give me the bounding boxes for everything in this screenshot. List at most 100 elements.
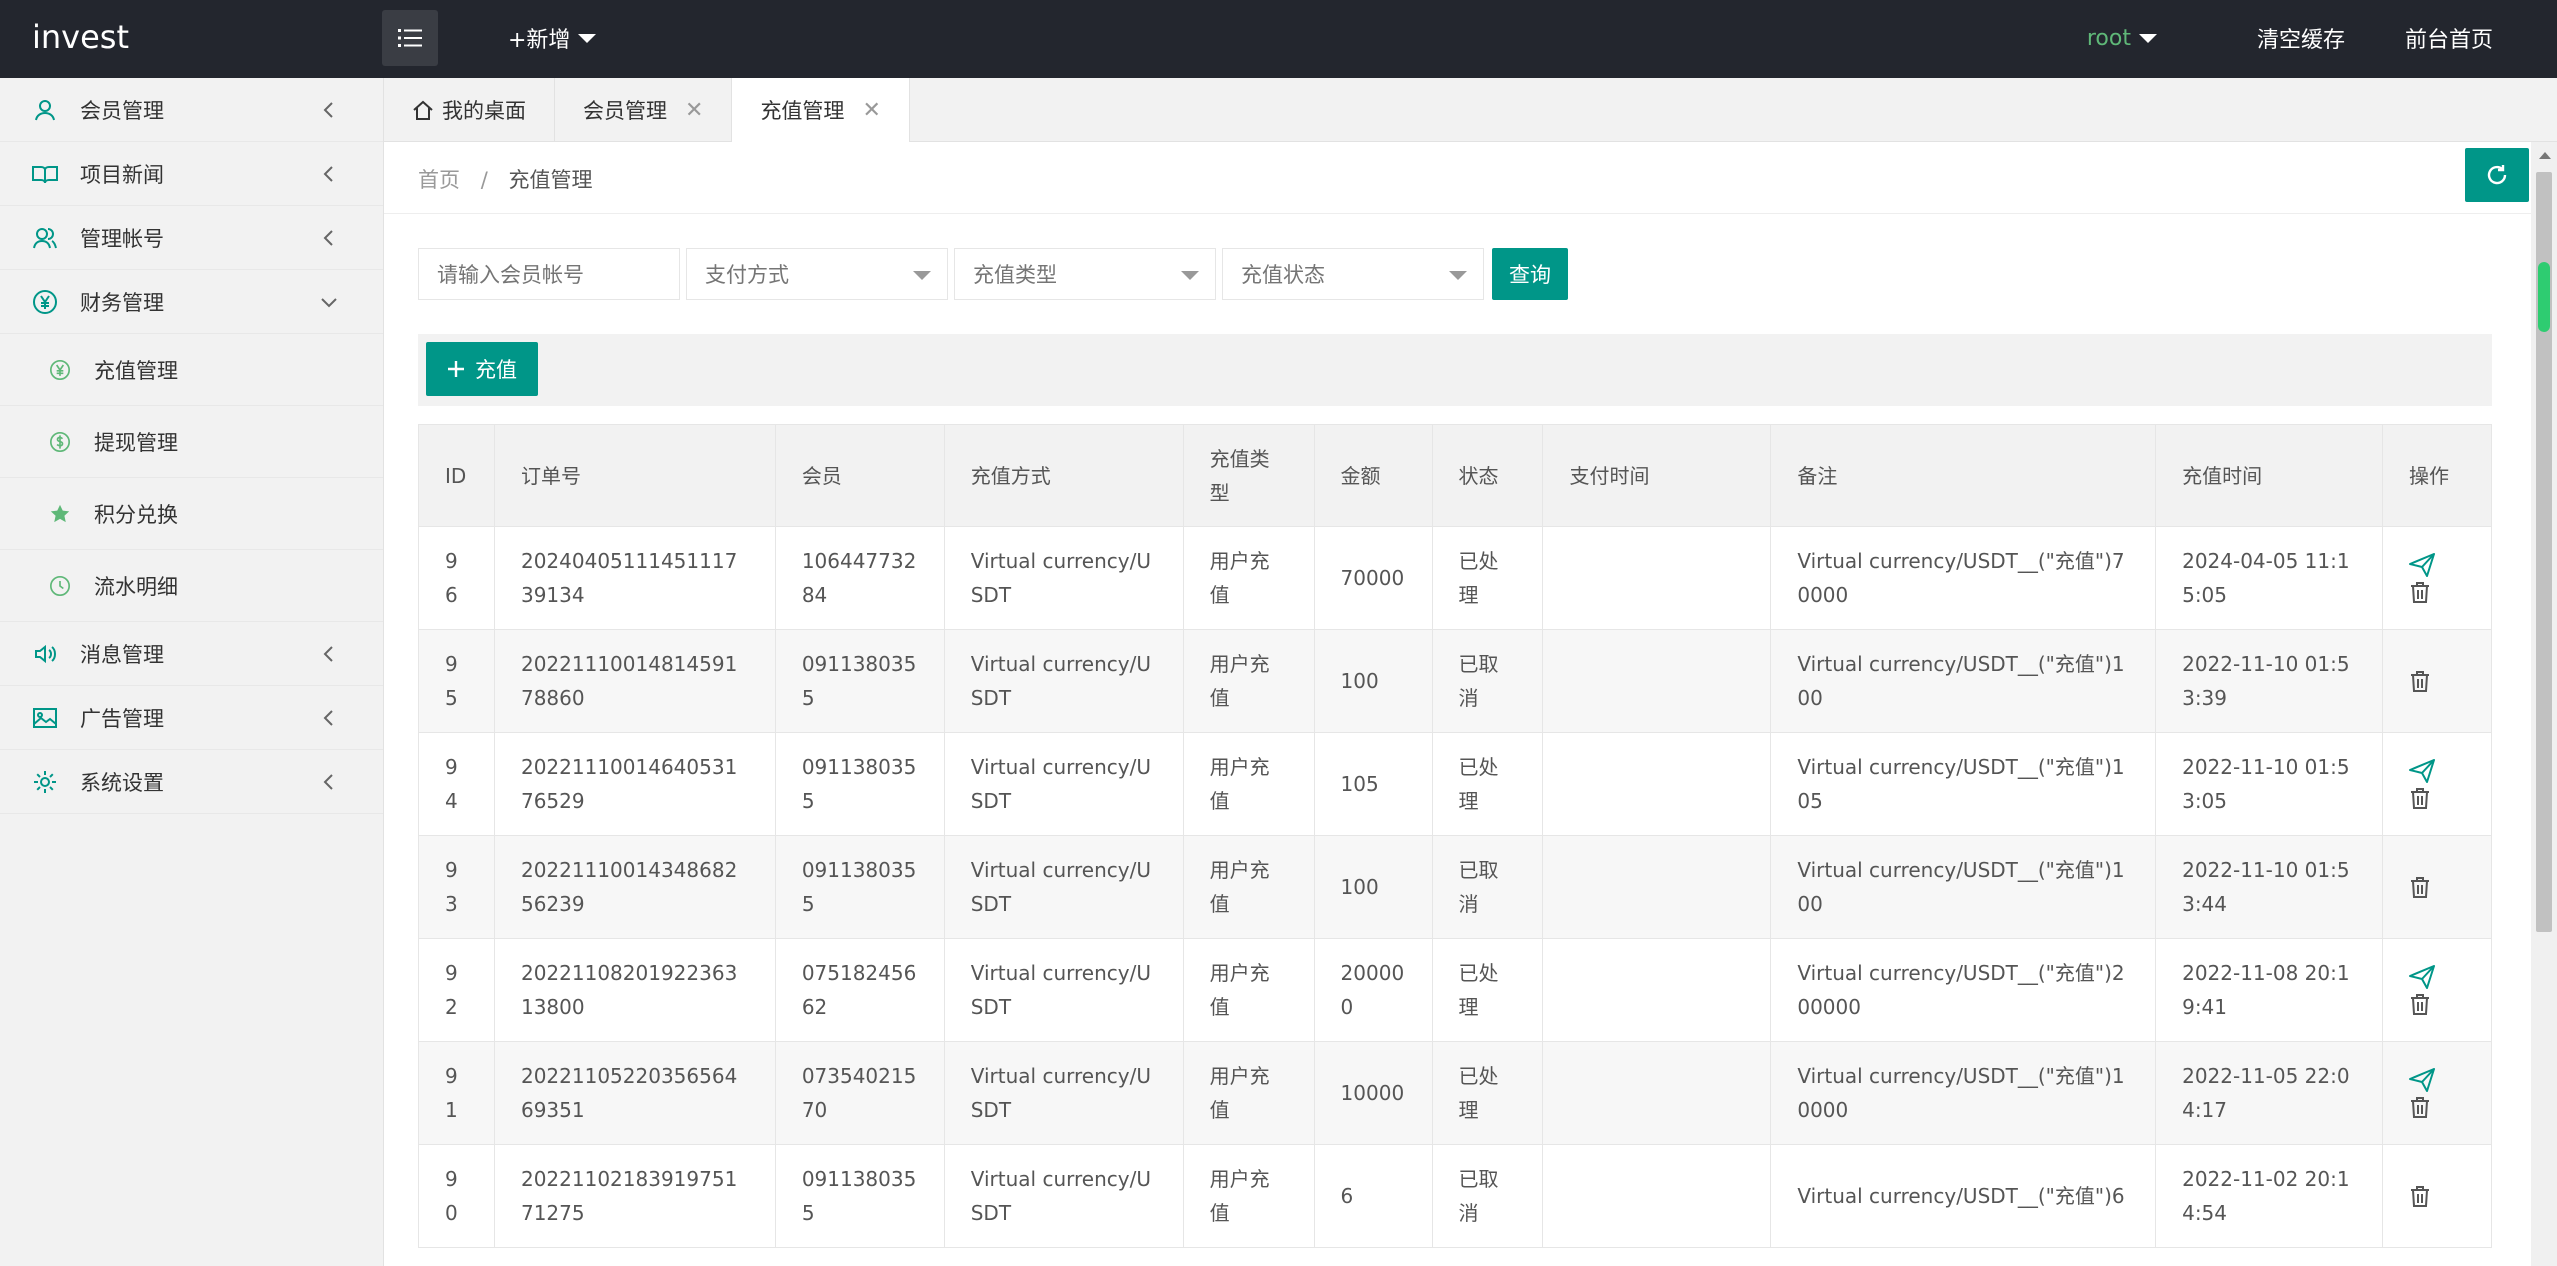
member-account-input[interactable]: 请输入会员帐号 [418,248,680,300]
close-icon[interactable]: ✕ [685,98,703,123]
close-icon[interactable]: ✕ [862,98,880,123]
sidebar-item-members[interactable]: 会员管理 [0,78,383,142]
trash-icon[interactable] [2409,1185,2431,1207]
trash-icon[interactable] [2409,670,2431,692]
cell-time: 2024-04-05 11:15:05 [2155,526,2383,630]
tab-desktop[interactable]: 我的桌面 [384,78,555,142]
cell-amount: 100 [1313,835,1433,939]
sidebar-subitem-recharge[interactable]: 充值管理 [0,334,383,406]
sidebar-item-label: 广告管理 [80,706,164,731]
caret-down-icon [2138,33,2157,43]
cell-note: Virtual currency/USDT__("充值")6 [1770,1144,2157,1248]
yen-icon [48,358,72,382]
header-time: 充值时间 [2155,424,2383,527]
cell-time: 2022-11-02 20:14:54 [2155,1144,2383,1248]
table-row: 96 2024040511145111739134 10644773284 Virtu… [418,526,2493,630]
sidebar-subitem-withdraw[interactable]: 提现管理 [0,406,383,478]
vertical-scrollbar[interactable] [2531,142,2557,1266]
add-recharge-label: 充值 [475,358,517,382]
sidebar-item-label: 会员管理 [80,98,164,123]
star-icon [48,502,72,526]
cell-id: 91 [418,1041,495,1145]
cell-amount: 10000 [1313,1041,1433,1145]
header-member: 会员 [774,424,945,527]
sidebar-item-settings[interactable]: 系统设置 [0,750,383,814]
trash-icon[interactable] [2409,1096,2431,1118]
send-icon[interactable] [2408,1068,2435,1092]
user-name: root [2086,25,2131,51]
sidebar-item-ads[interactable]: 广告管理 [0,686,383,750]
caret-down-icon [1181,271,1199,280]
list-icon [398,29,422,47]
sidebar-subitem-ledger[interactable]: 流水明细 [0,550,383,622]
sidebar-subitem-points[interactable]: 积分兑换 [0,478,383,550]
add-new-menu[interactable]: +新增 [508,22,597,54]
cell-actions [2381,732,2493,836]
cell-actions [2381,835,2493,939]
filter-bar: 请输入会员帐号 支付方式 充值类型 充值状态 查询 [418,248,1568,300]
clear-cache-link[interactable]: 清空缓存 [2257,22,2345,54]
tab-recharge[interactable]: 充值管理 ✕ [732,78,910,142]
cell-order: 2024040511145111739134 [493,526,776,630]
send-icon[interactable] [2408,553,2435,577]
users-icon [32,225,58,251]
menu-toggle-button[interactable] [382,10,438,66]
cell-type: 用户充值 [1182,938,1315,1042]
user-menu[interactable]: root [2087,26,2157,51]
recharge-type-select[interactable]: 充值类型 [954,248,1216,300]
trash-icon[interactable] [2409,876,2431,898]
trash-icon[interactable] [2409,581,2431,603]
tab-label: 充值管理 [760,99,845,123]
header-note: 备注 [1770,424,2157,527]
table-toolbar: 充值 [418,334,2492,406]
cell-actions [2381,1041,2493,1145]
send-icon[interactable] [2408,759,2435,783]
dollar-icon [48,430,72,454]
chevron-left-icon [323,646,333,662]
cell-time: 2022-11-10 01:53:05 [2155,732,2383,836]
cell-member: 0911380355 [774,1144,945,1248]
cell-status: 已取消 [1431,1144,1544,1248]
cell-order: 2022110820192236313800 [493,938,776,1042]
cell-amount: 6 [1313,1144,1433,1248]
cell-amount: 200000 [1313,938,1433,1042]
trash-icon[interactable] [2409,787,2431,809]
send-icon[interactable] [2408,965,2435,989]
table-row: 91 2022110522035656469351 07354021570 Virtu… [418,1041,2493,1145]
trash-icon[interactable] [2409,993,2431,1015]
pay-method-select[interactable]: 支付方式 [686,248,948,300]
front-home-link[interactable]: 前台首页 [2405,22,2493,54]
cell-order: 2022111001481459178860 [493,629,776,733]
cell-type: 用户充值 [1182,1144,1315,1248]
recharge-type-label: 充值类型 [973,263,1057,287]
cell-method: Virtual currency/USDT [943,526,1184,630]
sidebar-item-news[interactable]: 项目新闻 [0,142,383,206]
cell-id: 95 [418,629,495,733]
add-recharge-button[interactable]: 充值 [426,342,538,396]
table-row: 92 2022110820192236313800 07518245662 Virtu… [418,938,2493,1042]
cell-actions [2381,1144,2493,1248]
table-row: 94 2022111001464053176529 0911380355 Virtua… [418,732,2493,836]
cell-id: 96 [418,526,495,630]
refresh-button[interactable] [2465,148,2529,202]
query-button[interactable]: 查询 [1492,248,1568,300]
scroll-up-arrow-icon[interactable] [2539,152,2551,159]
header-method: 充值方式 [943,424,1184,527]
cell-type: 用户充值 [1182,526,1315,630]
cell-pay-time [1542,1041,1772,1145]
cell-type: 用户充值 [1182,629,1315,733]
table-row: 95 2022111001481459178860 0911380355 Virtua… [418,629,2493,733]
recharge-status-select[interactable]: 充值状态 [1222,248,1484,300]
cell-pay-time [1542,1144,1772,1248]
cell-time: 2022-11-08 20:19:41 [2155,938,2383,1042]
chevron-down-icon [321,298,337,308]
sidebar-item-finance[interactable]: 财务管理 [0,270,383,334]
breadcrumb-home[interactable]: 首页 [418,168,460,192]
caret-down-icon [1449,271,1467,280]
cell-type: 用户充值 [1182,835,1315,939]
sidebar-item-accounts[interactable]: 管理帐号 [0,206,383,270]
cell-member: 0911380355 [774,732,945,836]
chevron-left-icon [323,774,333,790]
sidebar-item-messages[interactable]: 消息管理 [0,622,383,686]
tab-members[interactable]: 会员管理 ✕ [555,78,733,142]
